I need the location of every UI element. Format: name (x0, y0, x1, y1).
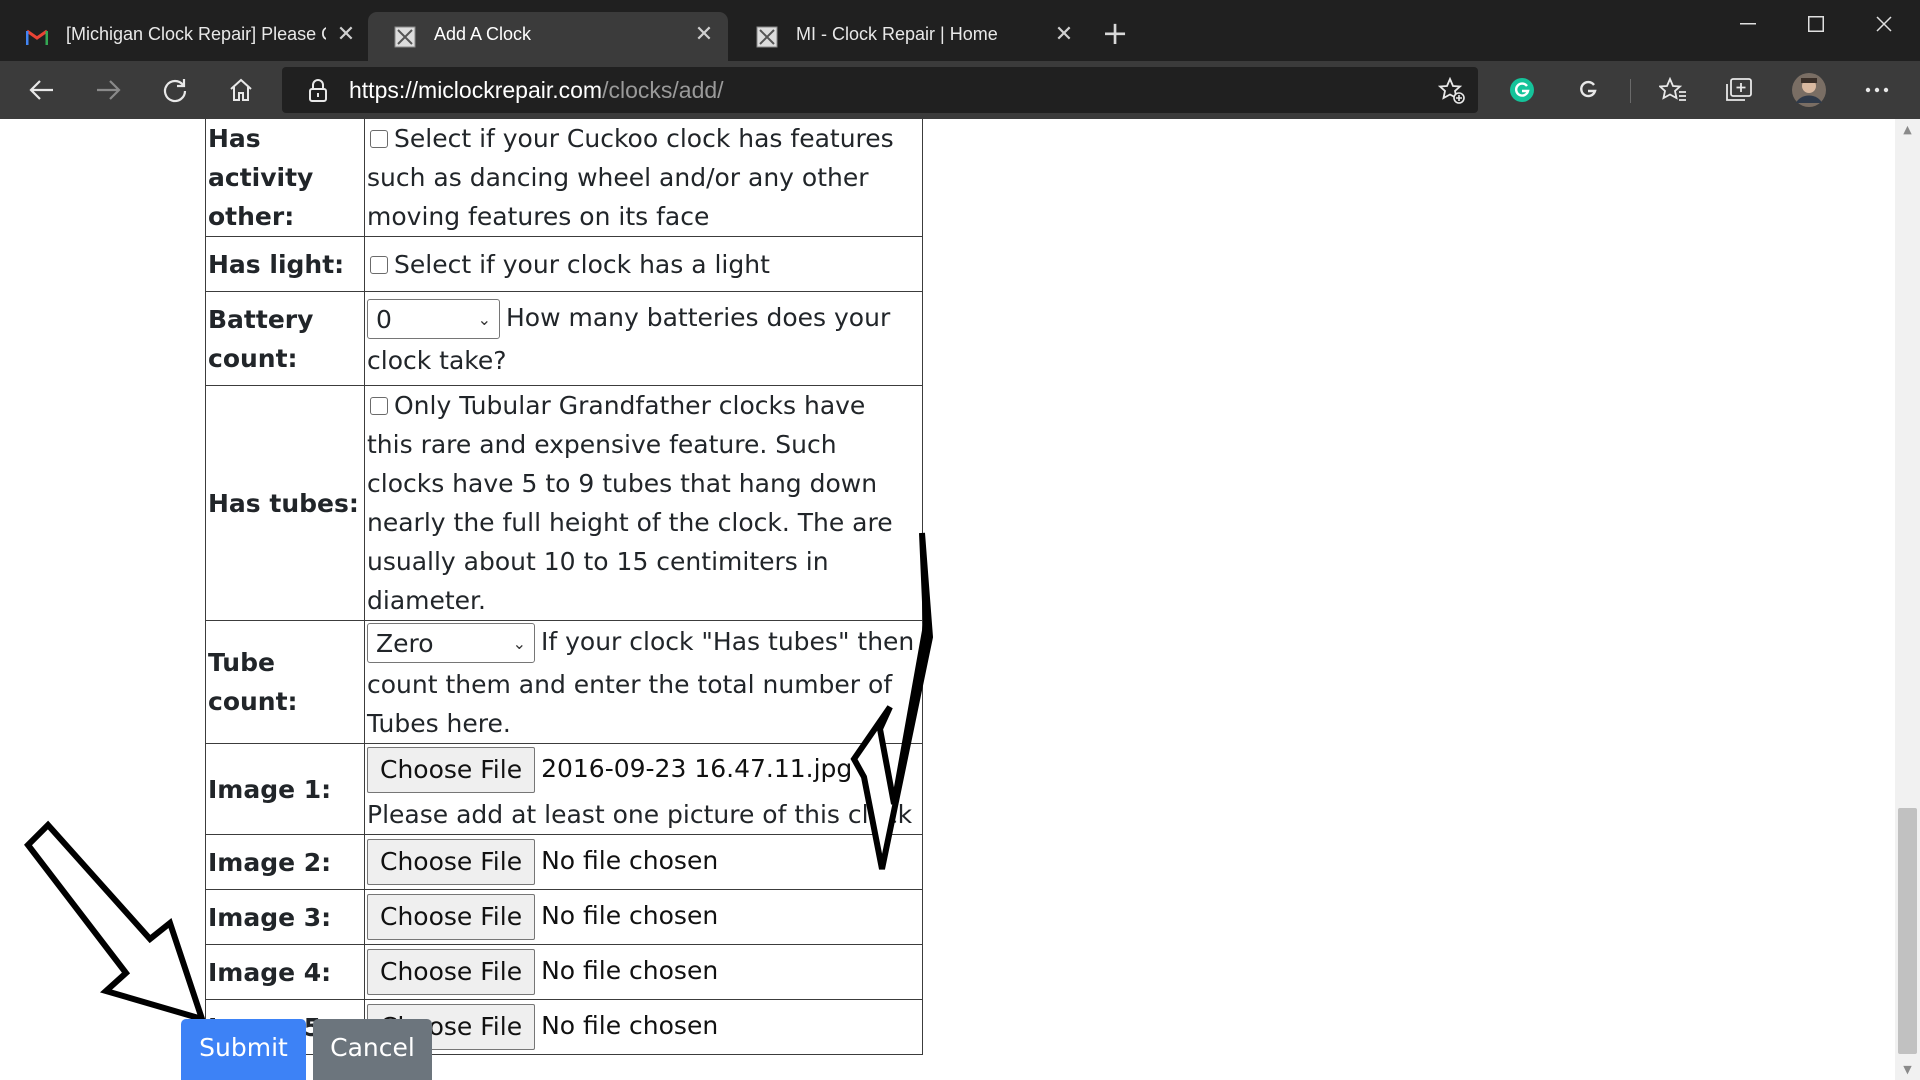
lock-icon[interactable] (302, 75, 334, 107)
row-image-3: Image 3: Choose File No file chosen (205, 889, 923, 945)
minimize-icon[interactable] (1728, 10, 1768, 38)
field-help: Only Tubular Grandfather clocks have thi… (367, 391, 893, 615)
field-value: Choose File 2016-09-23 16.47.11.jpg Please… (364, 743, 923, 835)
annotation-arrow-pointing-to-submit-icon (24, 820, 207, 1024)
toolbar-separator (1630, 79, 1631, 103)
image-4-file-name: No file chosen (541, 956, 719, 985)
back-arrow-icon[interactable] (26, 74, 58, 106)
tab-title: MI - Clock Repair | Home (796, 24, 998, 44)
image-1-choose-file-button[interactable]: Choose File (367, 746, 536, 793)
has-tubes-checkbox[interactable] (370, 397, 388, 415)
field-help: Select if your clock has a light (394, 249, 770, 279)
window-close-icon[interactable] (1864, 10, 1904, 38)
home-icon[interactable] (225, 74, 257, 106)
row-image-1: Image 1: Choose File 2016-09-23 16.47.11.… (205, 743, 923, 835)
battery-count-select[interactable]: 0 ⌄ (367, 299, 500, 339)
image-3-choose-file-button[interactable]: Choose File (367, 894, 536, 940)
tab-title: [Michigan Clock Repair] Please C (66, 24, 326, 44)
more-menu-icon[interactable] (1861, 74, 1893, 106)
maximize-icon[interactable] (1796, 10, 1836, 38)
add-clock-form-table: Has activity other: Select if your Cucko… (205, 119, 923, 1055)
row-battery-count: Battery count: 0 ⌄ How many batteries does… (205, 291, 923, 386)
field-label: Battery count: (205, 291, 365, 386)
field-value: Choose File No file chosen (364, 889, 923, 945)
row-image-4: Image 4: Choose File No file chosen (205, 944, 923, 1000)
row-image-2: Image 2: Choose File No file chosen (205, 834, 923, 890)
close-icon[interactable]: ✕ (1053, 23, 1075, 45)
browser-toolbar: https://miclockrepair.com/clocks/add/ (0, 61, 1920, 119)
image-3-file-name: No file chosen (541, 901, 719, 930)
image-1-file-name: 2016-09-23 16.47.11.jpg (541, 753, 853, 783)
tab-gmail[interactable]: [Michigan Clock Repair] Please C ✕ (0, 12, 367, 61)
select-value: 0 (376, 304, 392, 334)
field-help: Please add at least one picture of this … (367, 799, 913, 829)
image-2-choose-file-button[interactable]: Choose File (367, 839, 536, 885)
field-label: Image 3: (205, 889, 365, 945)
scroll-down-arrow-icon[interactable]: ▼ (1898, 1062, 1917, 1078)
field-label: Has tubes: (205, 385, 365, 621)
add-favorite-icon[interactable] (1436, 75, 1468, 107)
image-5-file-name: No file chosen (541, 1011, 719, 1040)
close-icon[interactable]: ✕ (693, 23, 715, 45)
collections-icon[interactable] (1723, 74, 1755, 106)
scroll-up-arrow-icon[interactable]: ▲ (1898, 122, 1917, 138)
url-path: /clocks/add/ (602, 77, 724, 103)
image-2-file-name: No file chosen (541, 846, 719, 875)
chevron-down-icon: ⌄ (512, 633, 526, 653)
new-tab-plus-icon[interactable]: + (1100, 17, 1130, 49)
field-value: Select if your Cuckoo clock has features… (364, 119, 923, 237)
page-content: Has activity other: Select if your Cucko… (0, 119, 1895, 1080)
has-activity-other-checkbox[interactable] (370, 130, 388, 148)
browser-tab-strip: [Michigan Clock Repair] Please C ✕ Add A… (0, 0, 1920, 61)
address-bar[interactable]: https://miclockrepair.com/clocks/add/ (282, 67, 1478, 113)
field-value: Select if your clock has a light (364, 236, 923, 292)
annotation-arrow-down-icon (850, 532, 934, 870)
field-value: Choose File No file chosen (364, 999, 923, 1055)
has-light-checkbox[interactable] (370, 255, 388, 274)
tube-count-select[interactable]: Zero ⌄ (367, 623, 535, 663)
row-tube-count: Tube count: Zero ⌄ If your clock "Has tube… (205, 620, 923, 744)
grammarly-extension-icon[interactable] (1506, 74, 1538, 106)
tab-add-a-clock[interactable]: Add A Clock ✕ (368, 12, 728, 61)
url-text: https://miclockrepair.com/clocks/add/ (349, 77, 724, 104)
field-label: Image 1: (205, 743, 365, 835)
field-help: Select if your Cuckoo clock has features… (367, 124, 894, 231)
field-value: Zero ⌄ If your clock "Has tubes" then coun… (364, 620, 923, 744)
field-label: Has light: (205, 236, 365, 292)
field-label: Image 2: (205, 834, 365, 890)
select-value: Zero (376, 628, 434, 658)
row-has-activity-other: Has activity other: Select if your Cucko… (205, 119, 923, 237)
cancel-button[interactable]: Cancel (313, 1019, 432, 1080)
reload-icon[interactable] (159, 74, 191, 106)
field-label: Image 4: (205, 944, 365, 1000)
forward-arrow-icon[interactable] (92, 74, 124, 106)
site-favicon-icon (393, 26, 417, 48)
row-has-light: Has light: Select if your clock has a li… (205, 236, 923, 292)
image-4-choose-file-button[interactable]: Choose File (367, 949, 536, 995)
gmail-icon (25, 27, 49, 47)
field-value: Choose File No file chosen (364, 834, 923, 890)
field-value: Only Tubular Grandfather clocks have thi… (364, 385, 923, 621)
tab-mi-clock-repair-home[interactable]: MI - Clock Repair | Home ✕ (730, 12, 1090, 61)
field-label: Has activity other: (205, 119, 365, 237)
avatar[interactable] (1790, 71, 1828, 109)
site-favicon-icon (755, 26, 779, 48)
tab-title: Add A Clock (434, 24, 532, 44)
scrollbar-thumb[interactable] (1898, 808, 1917, 1054)
field-value: 0 ⌄ How many batteries does your clock tak… (364, 291, 923, 386)
grammarly-g-icon[interactable] (1572, 74, 1604, 106)
submit-button[interactable]: Submit (181, 1019, 306, 1080)
url-host: https://miclockrepair.com (349, 77, 603, 103)
field-value: Choose File No file chosen (364, 944, 923, 1000)
close-icon[interactable]: ✕ (335, 23, 357, 45)
field-label: Tube count: (205, 620, 365, 744)
chevron-down-icon: ⌄ (477, 309, 491, 329)
row-has-tubes: Has tubes: Only Tubular Grandfather cloc… (205, 385, 923, 621)
favorites-icon[interactable] (1657, 74, 1689, 106)
